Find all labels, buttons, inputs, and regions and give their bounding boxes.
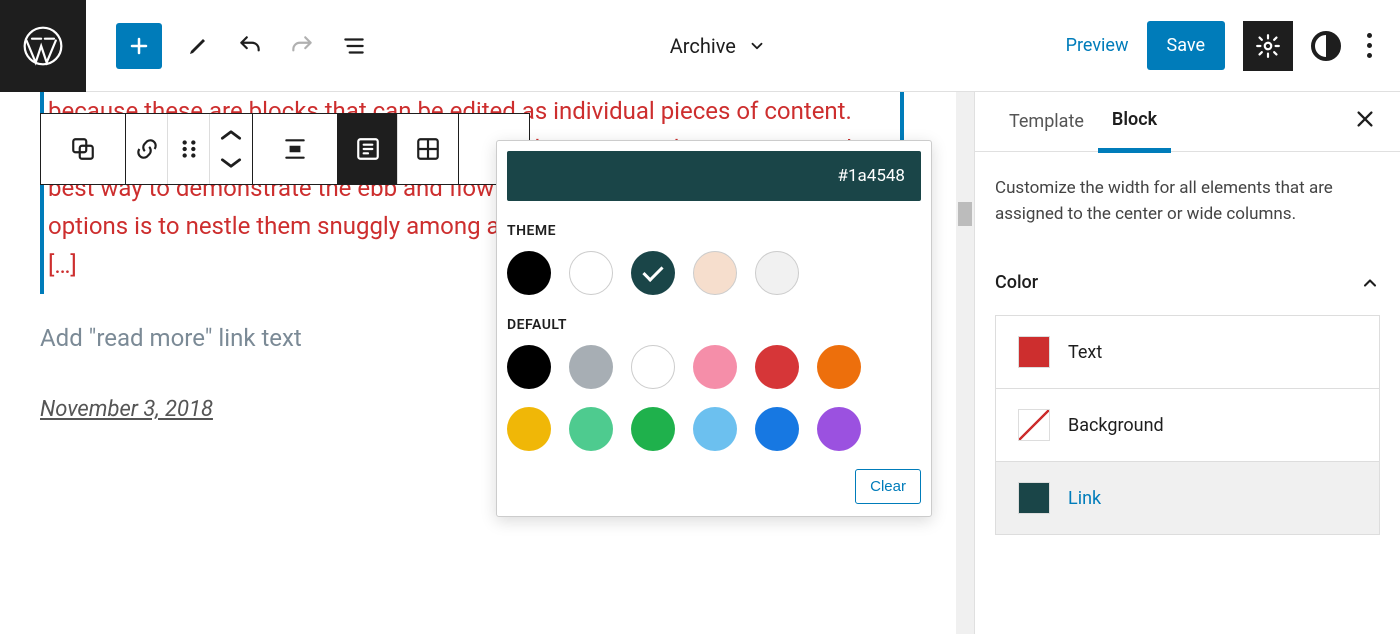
default-swatch[interactable] <box>507 407 551 451</box>
gear-icon <box>1255 33 1281 59</box>
layout-stack-button[interactable] <box>338 114 398 184</box>
wordpress-logo[interactable] <box>0 0 86 92</box>
theme-swatch[interactable] <box>569 251 613 295</box>
tab-block[interactable]: Block <box>1098 91 1171 153</box>
group-icon <box>70 136 96 162</box>
background-color-chip <box>1018 409 1050 441</box>
chevron-down-icon <box>748 37 766 55</box>
top-right-actions: Preview Save <box>1066 21 1380 71</box>
list-icon <box>341 33 367 59</box>
link-button[interactable] <box>126 114 168 184</box>
drag-icon <box>176 136 202 162</box>
redo-button[interactable] <box>286 30 318 62</box>
theme-swatch[interactable] <box>755 251 799 295</box>
default-swatch[interactable] <box>631 345 675 389</box>
color-row-background[interactable]: Background <box>996 389 1379 462</box>
default-swatch[interactable] <box>507 345 551 389</box>
list-view-button[interactable] <box>338 30 370 62</box>
color-picker-popup: #1a4548 THEME DEFAULT Clear <box>496 140 932 517</box>
sidebar-tabs: Template Block <box>975 92 1400 152</box>
color-row-text-label: Text <box>1068 342 1102 363</box>
preview-button[interactable]: Preview <box>1066 35 1129 56</box>
theme-swatch[interactable] <box>507 251 551 295</box>
pencil-icon <box>186 34 210 58</box>
default-swatch[interactable] <box>755 407 799 451</box>
chevron-down-icon <box>218 150 244 176</box>
color-hex-value: #1a4548 <box>838 166 906 186</box>
edit-mode-button[interactable] <box>182 30 214 62</box>
link-color-chip <box>1018 482 1050 514</box>
more-options-button[interactable] <box>1359 25 1380 66</box>
save-button[interactable]: Save <box>1147 21 1226 70</box>
clear-color-button[interactable]: Clear <box>855 469 921 504</box>
theme-swatches <box>507 251 907 295</box>
stack-icon <box>355 136 381 162</box>
plus-icon <box>127 34 151 58</box>
color-panel-title: Color <box>995 272 1038 293</box>
text-color-chip <box>1018 336 1050 368</box>
close-sidebar-button[interactable] <box>1350 104 1380 140</box>
default-colors-label: DEFAULT <box>507 317 921 333</box>
theme-colors-label: THEME <box>507 223 921 239</box>
color-row-link-label: Link <box>1068 488 1101 509</box>
drag-handle[interactable] <box>168 114 210 184</box>
close-icon <box>1354 108 1376 130</box>
document-title-text: Archive <box>670 34 736 58</box>
tab-template[interactable]: Template <box>995 93 1098 150</box>
move-buttons[interactable] <box>210 114 252 184</box>
align-button[interactable] <box>253 114 337 184</box>
theme-swatch[interactable] <box>631 251 675 295</box>
default-swatch[interactable] <box>569 345 613 389</box>
block-toolbar <box>40 113 530 185</box>
link-icon <box>134 136 160 162</box>
color-row-link[interactable]: Link <box>996 462 1379 534</box>
default-swatch[interactable] <box>693 345 737 389</box>
color-row-background-label: Background <box>1068 415 1164 436</box>
wordpress-icon <box>21 24 65 68</box>
chevron-up-icon <box>218 122 244 148</box>
theme-swatch[interactable] <box>693 251 737 295</box>
align-icon <box>282 136 308 162</box>
color-preview[interactable]: #1a4548 <box>507 151 921 201</box>
default-swatch[interactable] <box>693 407 737 451</box>
undo-icon <box>237 33 263 59</box>
default-swatch[interactable] <box>755 345 799 389</box>
block-type-button[interactable] <box>41 114 125 184</box>
undo-button[interactable] <box>234 30 266 62</box>
default-swatch[interactable] <box>817 345 861 389</box>
layout-grid-button[interactable] <box>398 114 458 184</box>
default-swatch[interactable] <box>569 407 613 451</box>
default-swatch[interactable] <box>817 407 861 451</box>
editor-scrollbar[interactable] <box>956 92 974 634</box>
color-panel-header[interactable]: Color <box>995 272 1380 293</box>
styles-button[interactable] <box>1311 31 1341 61</box>
document-title[interactable]: Archive <box>370 34 1066 58</box>
settings-button[interactable] <box>1243 21 1293 71</box>
color-row-text[interactable]: Text <box>996 316 1379 389</box>
block-description: Customize the width for all elements tha… <box>995 176 1380 227</box>
default-swatches <box>507 345 907 451</box>
top-bar: Archive Preview Save <box>0 0 1400 92</box>
default-swatch[interactable] <box>631 407 675 451</box>
settings-sidebar: Template Block Customize the width for a… <box>974 92 1400 634</box>
color-panel-section: Color Text Background Link <box>995 272 1380 535</box>
chevron-up-icon <box>1360 273 1380 293</box>
add-block-button[interactable] <box>116 23 162 69</box>
redo-icon <box>289 33 315 59</box>
grid-icon <box>415 136 441 162</box>
top-left-actions <box>116 23 370 69</box>
